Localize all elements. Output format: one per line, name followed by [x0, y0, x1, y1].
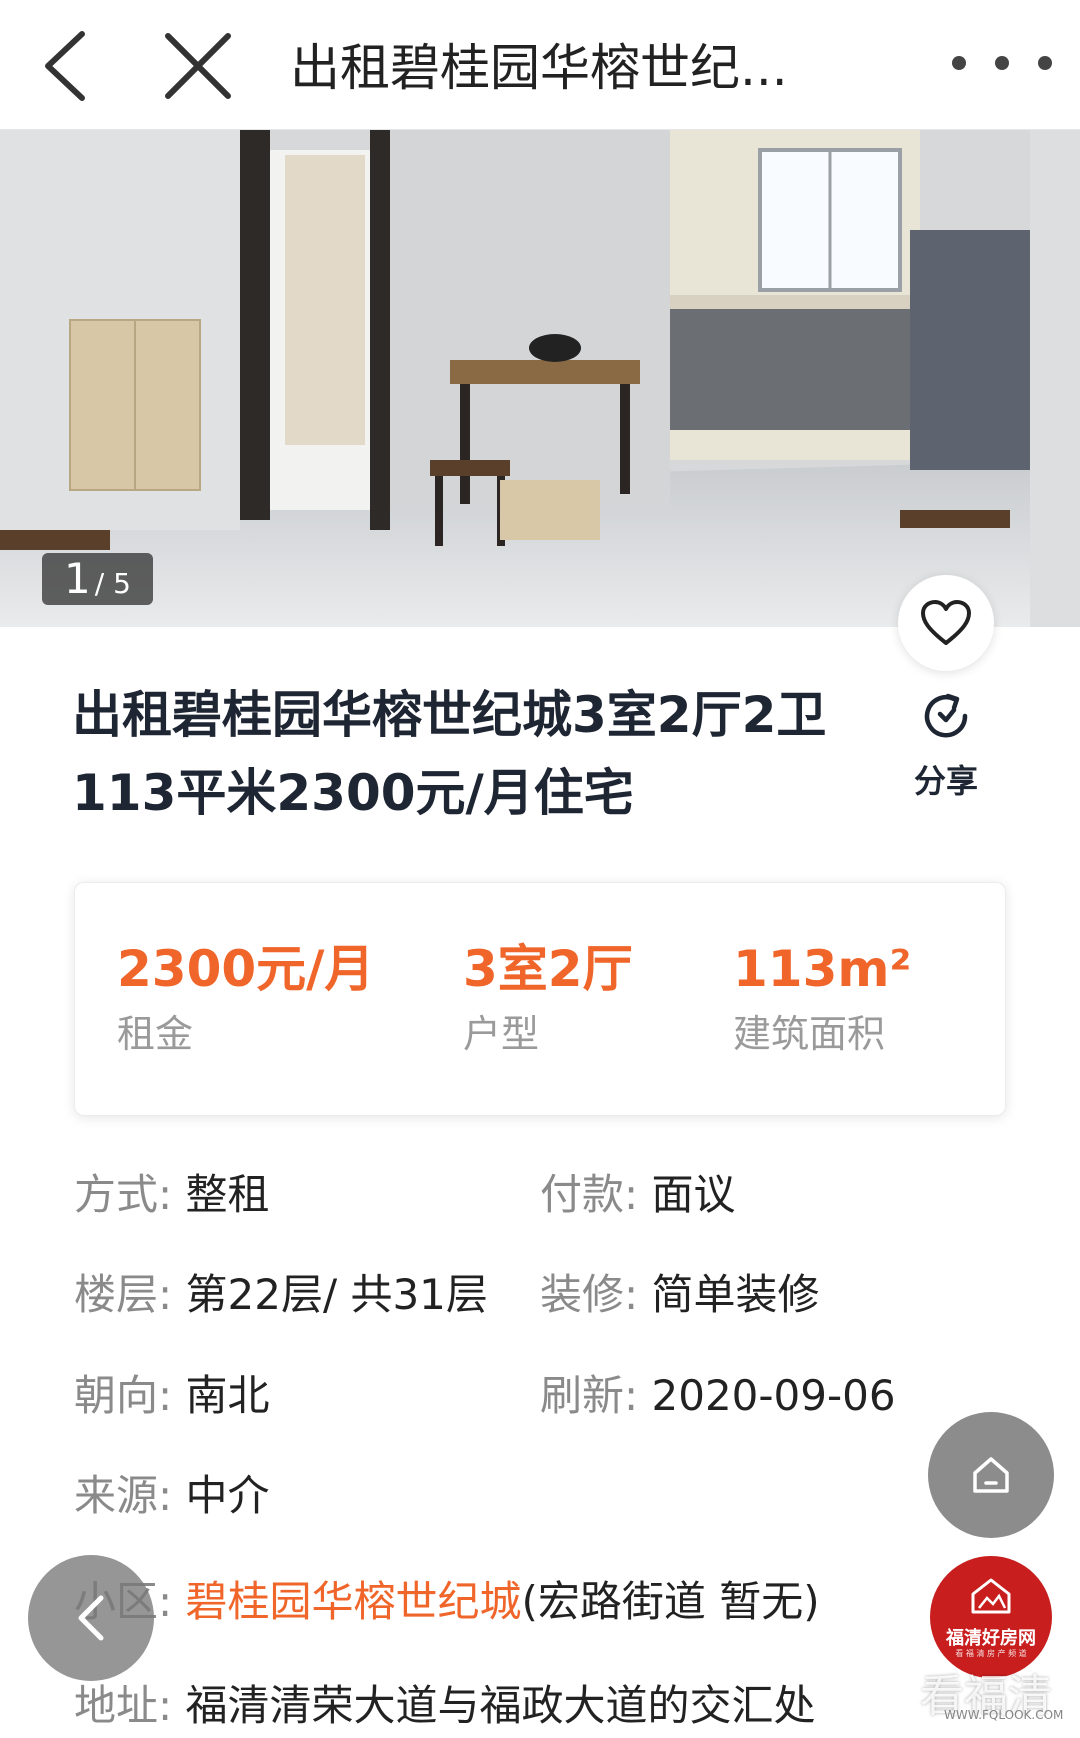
detail-value: 福清清荣大道与福政大道的交汇处: [185, 1681, 816, 1730]
stat-area: 113m² 建筑面积: [733, 939, 911, 1057]
room-photo: [0, 130, 1080, 627]
detail-decoration: 装修: 简单装修: [540, 1265, 820, 1325]
detail-orientation: 朝向: 南北: [74, 1366, 270, 1426]
detail-key: 付款:: [540, 1170, 639, 1219]
top-nav-bar: 出租碧桂园华榕世纪...: [0, 0, 1080, 130]
summary-card: 2300元/月 租金 3室2厅 户型 113m² 建筑面积: [74, 882, 1006, 1116]
stat-rent: 2300元/月 租金: [117, 939, 374, 1057]
house-logo-icon: [971, 1578, 1011, 1614]
rent-label: 租金: [117, 1012, 194, 1056]
detail-value: 中介: [185, 1471, 270, 1520]
photo-counter-current: 1: [64, 554, 91, 603]
detail-rent-mode: 方式: 整租: [74, 1165, 270, 1225]
detail-key: 朝向:: [74, 1371, 173, 1420]
photo-gallery[interactable]: [0, 130, 1080, 627]
layout-label: 户型: [463, 1012, 540, 1056]
detail-key: 来源:: [74, 1471, 173, 1520]
home-button[interactable]: [928, 1412, 1054, 1538]
close-icon: [165, 33, 231, 99]
more-dots-icon: [952, 56, 966, 70]
layout-value: 3室2厅: [463, 940, 633, 998]
detail-key: 刷新:: [540, 1371, 639, 1420]
detail-value: 第22层/ 共31层: [185, 1270, 488, 1319]
detail-floor: 楼层: 第22层/ 共31层: [74, 1265, 488, 1325]
area-label: 建筑面积: [733, 1012, 886, 1056]
photo-counter: 1 / 5: [42, 553, 153, 605]
page-title: 出租碧桂园华榕世纪...: [290, 39, 788, 97]
share-label: 分享: [913, 762, 978, 800]
detail-source: 来源: 中介: [74, 1466, 270, 1526]
chevron-left-icon: [78, 1595, 104, 1641]
watermark-url: WWW.FQLOOK.COM: [944, 1708, 1064, 1722]
brand-subtitle: 看 福 清 房 产 频 道: [955, 1649, 1027, 1658]
close-button[interactable]: [150, 18, 246, 114]
detail-payment: 付款: 面议: [540, 1165, 736, 1225]
back-button[interactable]: [18, 18, 114, 114]
heart-icon: [921, 600, 971, 645]
share-button[interactable]: 分享: [900, 688, 992, 802]
detail-value: 2020-09-06: [651, 1371, 896, 1420]
rent-value: 2300元/月: [117, 940, 375, 998]
community-extra: (宏路街道 暂无): [521, 1577, 820, 1626]
more-dot: [995, 56, 1009, 70]
brand-name: 福清好房网: [946, 1628, 1036, 1649]
photo-counter-total: / 5: [94, 567, 131, 600]
community-link[interactable]: 碧桂园华榕世纪城: [186, 1577, 522, 1626]
detail-community: 小区: 碧桂园华榕世纪城(宏路街道 暂无): [74, 1572, 820, 1632]
detail-key: 地址:: [74, 1681, 173, 1730]
more-menu-button[interactable]: [952, 38, 1052, 88]
listing-page: 出租碧桂园华榕世纪... 1 / 5 出租碧桂园华榕世纪城3室2厅2卫113平米…: [0, 0, 1080, 1738]
floating-back-button[interactable]: [28, 1555, 154, 1681]
listing-title: 出租碧桂园华榕世纪城3室2厅2卫113平米2300元/月住宅: [72, 686, 827, 822]
share-icon: [924, 693, 968, 738]
area-value: 113m²: [733, 940, 912, 998]
stat-layout: 3室2厅 户型: [463, 939, 633, 1057]
detail-value: 简单装修: [651, 1270, 820, 1319]
chevron-left-icon: [45, 31, 85, 101]
detail-address: 地址: 福清清荣大道与福政大道的交汇处: [74, 1676, 816, 1736]
detail-value: 面议: [651, 1170, 736, 1219]
detail-value: 整租: [185, 1170, 270, 1219]
detail-key: 装修:: [540, 1270, 639, 1319]
home-icon: [973, 1457, 1009, 1493]
favorite-button[interactable]: [898, 575, 994, 671]
detail-key: 方式:: [74, 1170, 173, 1219]
more-dot: [1038, 56, 1052, 70]
detail-value: 南北: [185, 1371, 270, 1420]
detail-refresh-date: 刷新: 2020-09-06: [540, 1366, 896, 1426]
detail-key: 楼层:: [74, 1270, 173, 1319]
